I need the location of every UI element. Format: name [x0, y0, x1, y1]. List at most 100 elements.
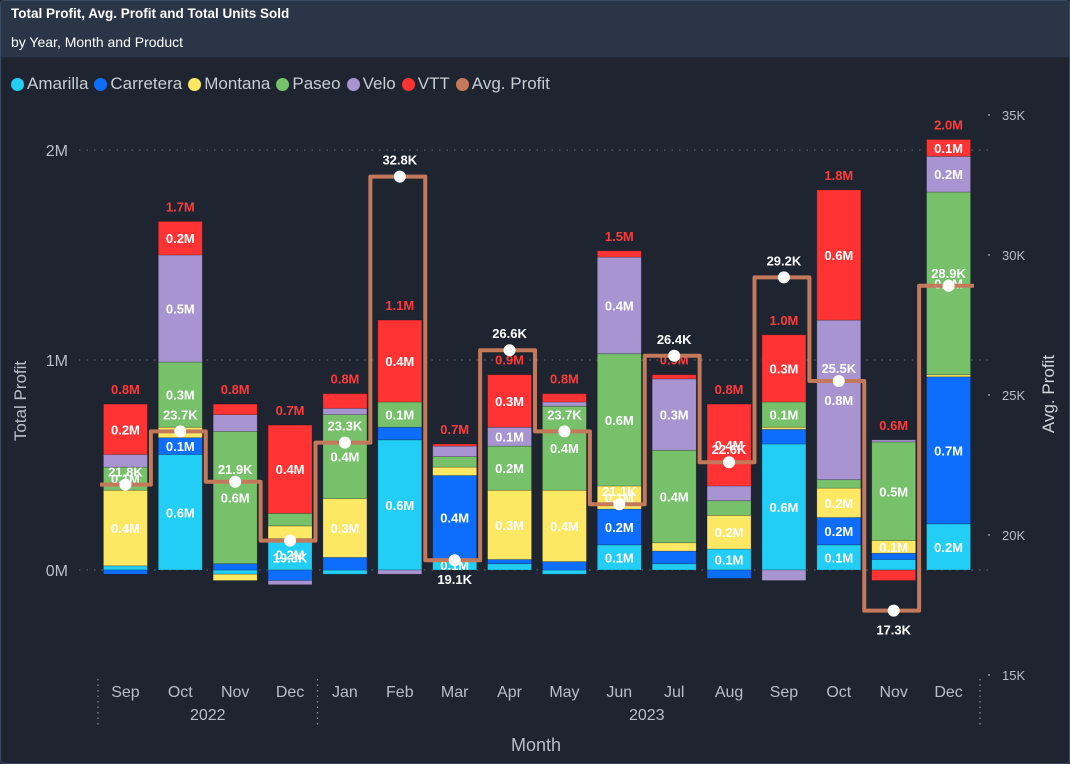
bar-segment-vtt — [596, 250, 642, 258]
segment-label: 0.1M — [824, 550, 853, 565]
bar-segment-paseo — [267, 512, 313, 527]
avg-profit-point — [393, 170, 406, 183]
segment-label: 0.1M — [605, 550, 634, 565]
segment-label: 0.6M — [769, 500, 798, 515]
x-tick-label: Sep — [111, 684, 140, 701]
segment-label: 0.2M — [934, 167, 963, 182]
avg-profit-label: 23.7K — [163, 407, 198, 422]
segment-label: 0.1M — [769, 408, 798, 423]
bar-segment-carretera — [706, 569, 752, 579]
bar-segment-paseo — [816, 479, 862, 489]
bar-segment-carretera — [103, 569, 148, 575]
y2-tick-label: 35K — [1002, 108, 1025, 123]
avg-profit-label: 25.5K — [821, 361, 856, 376]
avg-profit-label: 17.3K — [876, 623, 911, 638]
y2-tick-mark — [988, 674, 990, 676]
bar-segment-vtt — [871, 569, 917, 581]
segment-label: 0.2M — [111, 422, 140, 437]
segment-label: 0.1M — [385, 408, 414, 423]
segment-label: 0.4M — [605, 298, 634, 313]
segment-label: 0.3M — [166, 388, 195, 403]
y-tick-label: 1M — [46, 353, 68, 370]
avg-profit-point — [832, 375, 845, 387]
total-label: 0.8M — [111, 382, 140, 397]
total-label: 0.8M — [550, 372, 579, 387]
bar-segment-paseo — [432, 456, 478, 468]
total-label: 0.7M — [440, 422, 469, 437]
segment-label: 0.3M — [330, 521, 359, 536]
segment-label: 0.4M — [111, 521, 140, 536]
y2-tick-label: 15K — [1002, 668, 1025, 683]
x-tick-label: Jun — [606, 684, 632, 701]
segment-label: 0.2M — [824, 496, 853, 511]
combo-chart: 0M 1M 2M Total Profit 15K 20K 25K 30K 35K Avg. P… — [11, 108, 1058, 755]
chart-card: Total Profit, Avg. Profit and Total Unit… — [0, 0, 1070, 764]
avg-profit-label: 26.4K — [657, 332, 692, 347]
total-label: 1.0M — [769, 313, 798, 328]
segment-label: 0.3M — [495, 518, 524, 533]
y-axis-title: Total Profit — [11, 361, 30, 442]
x-tick-label: Dec — [934, 684, 962, 701]
y2-tick-mark — [988, 534, 990, 536]
total-label: 1.8M — [824, 168, 853, 183]
bar-segment-montana — [212, 573, 258, 581]
y-axis-right: 15K 20K 25K 30K 35K Avg. Profit — [988, 108, 1058, 683]
segment-label: 0.1M — [934, 141, 963, 156]
segment-label: 0.1M — [879, 540, 908, 555]
bar-segment-velo — [542, 401, 587, 407]
segment-label: 0.4M — [550, 441, 579, 456]
x-tick-label: Jan — [332, 684, 358, 701]
segment-label: 0.6M — [221, 491, 250, 506]
avg-profit-point — [229, 475, 242, 488]
x-tick-label: Dec — [276, 684, 304, 701]
bar-segment-carretera — [761, 428, 807, 445]
x-tick-label: Sep — [770, 684, 799, 701]
y2-tick-label: 20K — [1002, 528, 1025, 543]
y2-tick-label: 30K — [1002, 248, 1025, 263]
bar-segment-montana — [432, 466, 478, 476]
x-tick-label: Mar — [441, 684, 469, 701]
avg-profit-label: 29.2K — [767, 253, 802, 268]
total-label: 2.0M — [934, 118, 963, 133]
total-label: 0.7M — [276, 403, 305, 418]
x-axis: Sep Oct Nov Dec Jan Feb Mar Apr May Jun Jul Aug Sep O… — [97, 679, 981, 755]
y2-tick-mark — [988, 114, 990, 116]
segment-label: 0.2M — [495, 461, 524, 476]
y-tick-label: 2M — [46, 143, 68, 160]
y2-tick-mark — [988, 394, 990, 396]
avg-profit-label: 26.6K — [492, 326, 527, 341]
x-tick-label: Aug — [715, 684, 743, 701]
avg-profit-point — [668, 349, 681, 362]
bar-segment-carretera — [377, 426, 423, 441]
year-label: 2022 — [190, 707, 226, 724]
avg-profit-point — [338, 436, 351, 449]
avg-profit-point — [448, 554, 461, 567]
avg-profit-label: 21.9K — [218, 462, 253, 477]
bar-segment-montana — [651, 542, 697, 552]
year-label: 2023 — [629, 707, 665, 724]
segment-label: 0.2M — [166, 231, 195, 246]
segment-label: 0.4M — [385, 354, 414, 369]
segment-label: 0.2M — [934, 540, 963, 555]
segment-label: 0.7M — [934, 443, 963, 458]
bar-segment-velo — [706, 485, 752, 502]
bar-segment-amarilla — [871, 559, 917, 571]
bar-segment-amarilla — [212, 569, 258, 575]
y-tick-label: 0M — [46, 563, 68, 580]
segment-label: 0.4M — [440, 511, 469, 526]
segment-label: 0.4M — [550, 519, 579, 534]
avg-profit-point — [174, 425, 187, 438]
bar-segment-amarilla — [322, 569, 368, 575]
segment-label: 0.6M — [605, 413, 634, 428]
avg-profit-label: 19.8K — [273, 551, 308, 566]
bar-segment-vtt — [651, 374, 697, 380]
segment-label: 0.5M — [879, 484, 908, 499]
segment-label: 0.1M — [495, 430, 524, 445]
x-tick-label: Oct — [168, 684, 193, 701]
avg-profit-label: 19.1K — [437, 572, 472, 587]
bar-segment-velo — [267, 580, 313, 586]
avg-profit-label: 21.8K — [108, 465, 143, 480]
bar-segment-velo — [212, 414, 258, 432]
x-tick-label: Apr — [497, 684, 523, 701]
x-tick-label: Nov — [221, 684, 249, 701]
